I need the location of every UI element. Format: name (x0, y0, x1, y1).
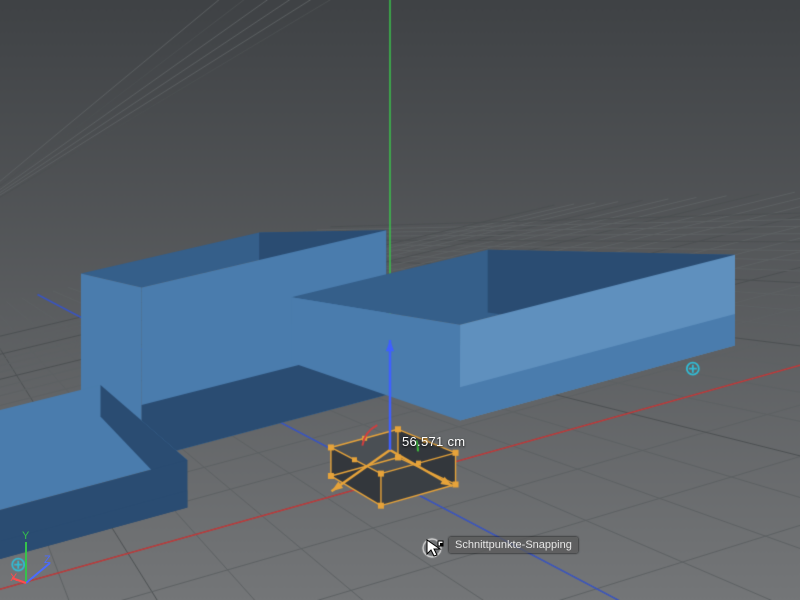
axis-z-label: Z (44, 554, 51, 566)
viewport-3d[interactable] (0, 0, 800, 600)
axis-y-label: Y (22, 530, 29, 542)
axis-compass[interactable]: Y Z X (8, 528, 68, 588)
axis-x-label: X (10, 572, 17, 584)
